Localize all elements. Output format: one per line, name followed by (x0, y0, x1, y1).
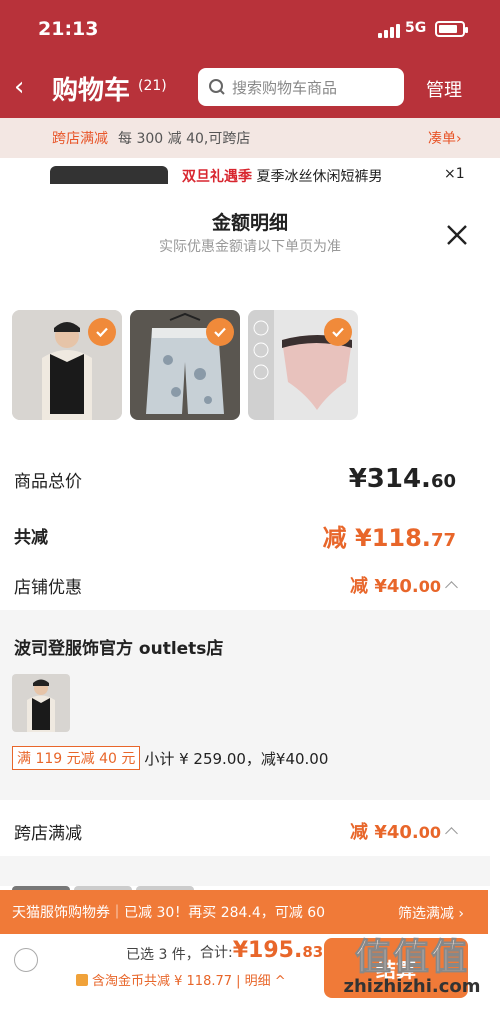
status-time: 21:13 (38, 18, 99, 40)
make-up-order-link[interactable]: 凑单› (428, 128, 462, 148)
promo-tag: 跨店满减 (52, 131, 108, 147)
product-thumb-underwear[interactable] (248, 310, 358, 420)
cross-store-label: 跨店满减 (14, 823, 82, 844)
total-price-row: 商品总价 ¥314.60 (14, 464, 456, 494)
back-icon[interactable]: ‹ (14, 72, 24, 102)
cart-item-name: 夏季冰丝休闲短裤男 (256, 169, 383, 185)
coin-discount[interactable]: 含淘金币共减 ¥ 118.77 | 明细 ^ (76, 970, 286, 989)
amount-detail-sheet: 金额明细 实际优惠金额请以下单页为准 商品总价 ¥314.60 共减 减 ¥11… (0, 184, 500, 1014)
coupon-text: 天猫服饰购物券｜已减 30！再买 284.4，可减 60 (12, 905, 326, 921)
discount-value: 减 ¥118.77 (322, 524, 456, 552)
promo-desc: 每 300 减 40,可跨店 (118, 131, 251, 147)
shop-subtotal: 小计 ¥ 259.00，减¥40.00 (144, 749, 329, 768)
check-icon (206, 318, 234, 346)
network-label: 5G (405, 20, 427, 36)
search-input[interactable]: 搜索购物车商品 (198, 68, 404, 106)
shop-detail-box: 波司登服饰官方 outlets店 满 119 元减 40 元 小计 ¥ 259.… (0, 610, 490, 800)
shop-discount-label: 店铺优惠 (14, 577, 82, 598)
cross-store-row[interactable]: 跨店满减 减 ¥40.00 (14, 818, 458, 844)
chevron-up-icon (445, 581, 458, 594)
cart-count: (21) (138, 78, 167, 94)
select-all-radio[interactable] (14, 948, 38, 972)
filter-discount-link[interactable]: 筛选满减 › (398, 903, 464, 923)
cross-store-value: 减 ¥40.00 (350, 818, 458, 844)
total-price-label: 商品总价 (14, 471, 82, 492)
shop-name: 波司登服饰官方 outlets店 (14, 639, 224, 659)
manage-button[interactable]: 管理 (426, 76, 462, 102)
chevron-up-icon (445, 827, 458, 840)
signal-icon (378, 24, 400, 38)
battery-icon (435, 21, 468, 37)
check-icon (324, 318, 352, 346)
sheet-title: 金额明细 (211, 212, 288, 234)
page-title: 购物车 (52, 76, 131, 106)
cross-store-detail-box (0, 856, 490, 886)
cart-nav: ‹ 购物车 (21) 搜索购物车商品 管理 (0, 66, 500, 110)
total-price-value: ¥314.60 (348, 464, 456, 494)
discount-row: 共减 减 ¥118.77 (14, 518, 456, 553)
shop-discount-value: 减 ¥40.00 (350, 572, 458, 598)
selected-count: 已选 3 件， (126, 947, 200, 963)
watermark-logo: 值值值 (354, 937, 469, 979)
shop-promo: 满 119 元减 40 元 小计 ¥ 259.00，减¥40.00 (12, 746, 328, 770)
check-icon (88, 318, 116, 346)
product-thumb-shorts[interactable] (130, 310, 240, 420)
product-thumbnails (12, 310, 358, 420)
discount-label: 共减 (14, 528, 48, 548)
cart-item-highlight: 双旦礼遇季 (182, 169, 252, 185)
sheet-subtitle: 实际优惠金额请以下单页为准 (159, 239, 341, 255)
shop-discount-row[interactable]: 店铺优惠 减 ¥40.00 (14, 572, 458, 598)
watermark-url: zhizhizhi.com (343, 976, 481, 997)
status-bar: 21:13 5G (0, 0, 500, 58)
search-placeholder: 搜索购物车商品 (232, 78, 338, 97)
shop-promo-badge: 满 119 元减 40 元 (12, 746, 141, 770)
cart-item-title: 双旦礼遇季 夏季冰丝休闲短裤男 (182, 166, 382, 186)
close-icon[interactable] (444, 222, 470, 248)
cross-store-promo: 跨店满减 每 300 减 40,可跨店 凑单› (0, 118, 500, 158)
coin-icon (76, 973, 88, 986)
product-thumb-vest[interactable] (12, 310, 122, 420)
cart-item-qty: ×1 (444, 166, 465, 182)
shop-product-thumb (12, 674, 70, 732)
watermark: 值值值 zhizhizhi.com (330, 928, 494, 998)
search-icon (209, 79, 225, 95)
total-amount: 合计:¥195.83 (200, 938, 324, 963)
